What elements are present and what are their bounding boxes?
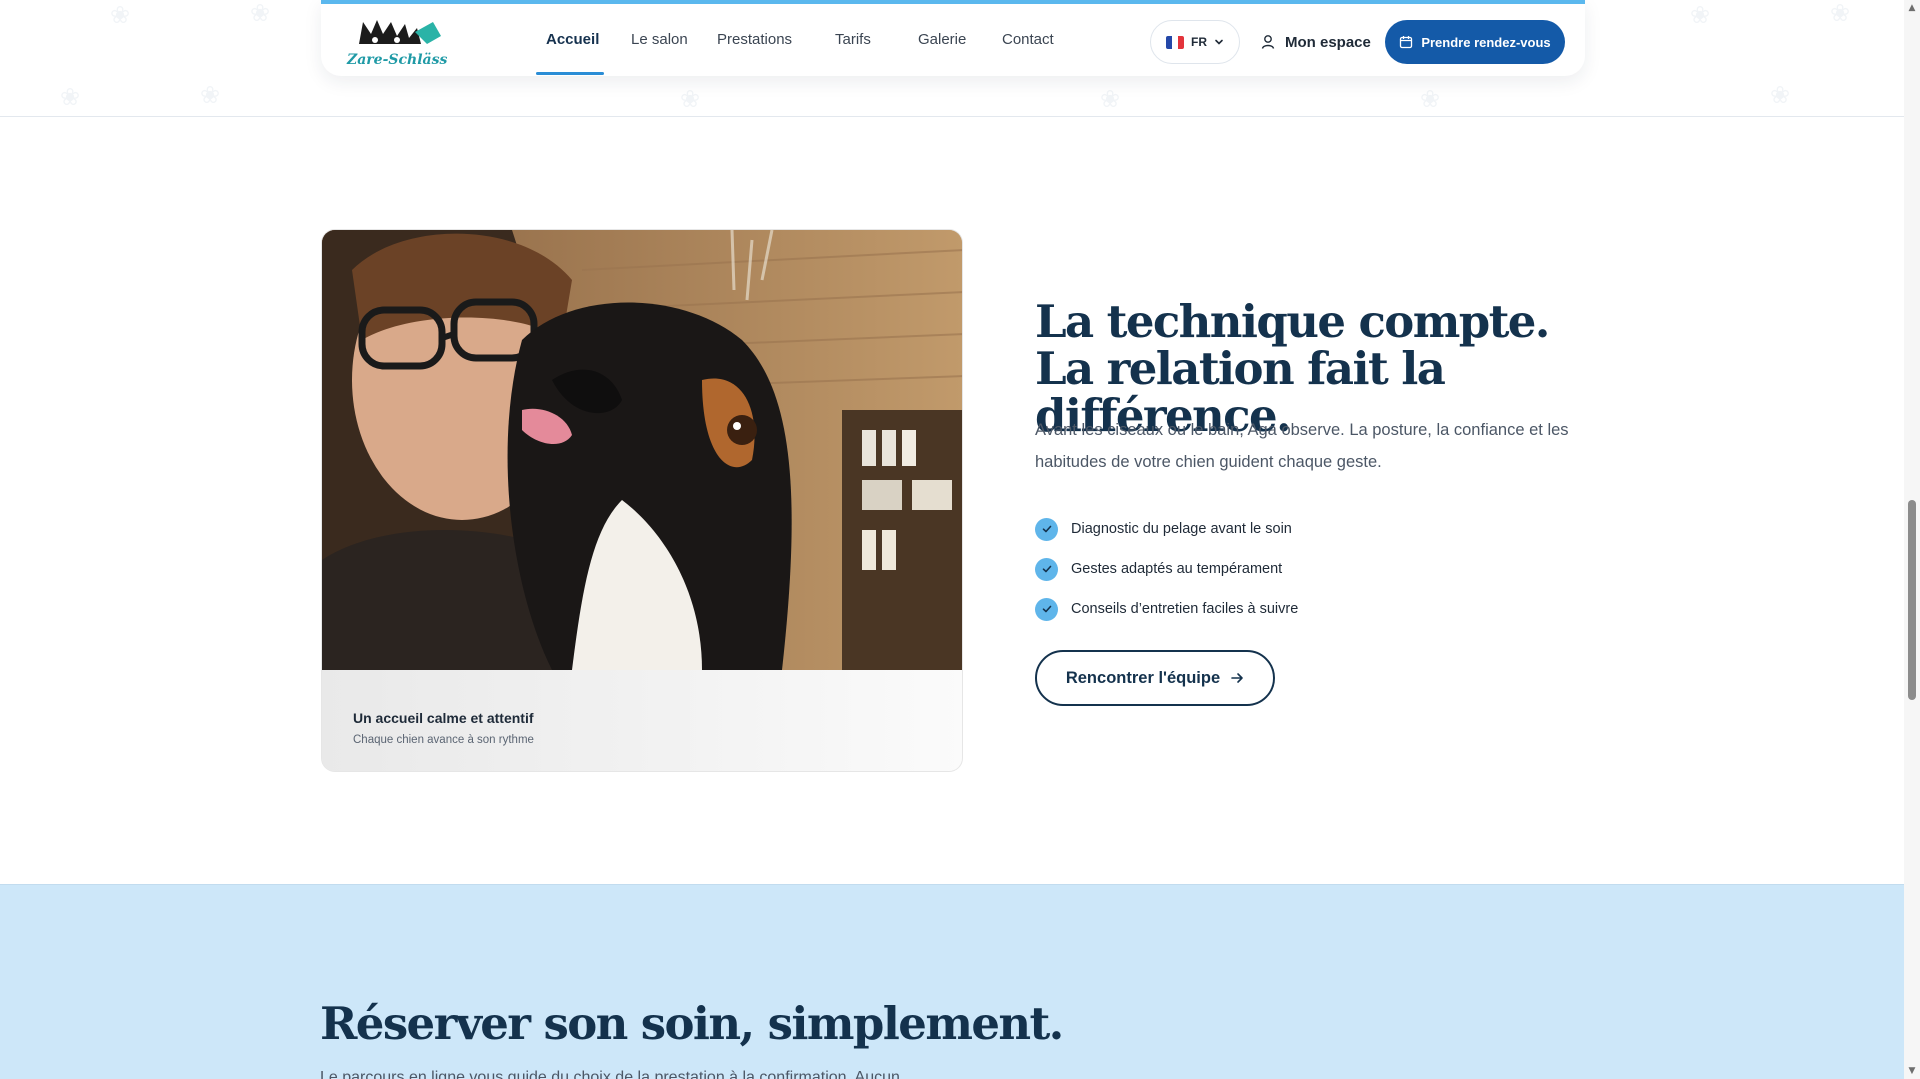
paw-pattern-icon: ❀ — [110, 1, 131, 29]
paw-pattern-icon: ❀ — [200, 81, 221, 109]
paw-pattern-icon: ❀ — [1830, 0, 1851, 27]
checklist-item: Diagnostic du pelage avant le soin — [1035, 509, 1298, 549]
photo-caption: Un accueil calme et attentif Chaque chie… — [322, 670, 962, 771]
meet-team-button[interactable]: Rencontrer l'équipe — [1035, 650, 1275, 706]
logo-text: Zare-Schläss — [346, 52, 447, 68]
account-link[interactable]: Mon espace — [1260, 26, 1371, 58]
checklist-text: Gestes adaptés au tempérament — [1071, 561, 1283, 577]
site-header: ❀ ❀ ❀ ❀ ❀ ❀ ❀ ❀ ❀ ❀ Zare-Schläss Accueil… — [0, 0, 1904, 117]
scrollbar-thumb[interactable] — [1908, 500, 1916, 700]
nav-galerie[interactable]: Galerie — [918, 31, 966, 55]
paw-pattern-icon: ❀ — [1770, 81, 1791, 109]
feature-checklist: Diagnostic du pelage avant le soin Geste… — [1035, 509, 1298, 629]
booking-text: Le parcours en ligne vous guide du choix… — [320, 1069, 900, 1079]
language-code: FR — [1191, 35, 1207, 49]
nav-accueil[interactable]: Accueil — [546, 31, 599, 55]
paw-pattern-icon: ❀ — [250, 0, 271, 27]
site-logo[interactable]: Zare-Schläss — [345, 14, 455, 70]
user-icon — [1261, 35, 1275, 49]
paw-pattern-icon: ❀ — [1690, 1, 1711, 29]
arrow-right-icon — [1231, 673, 1243, 683]
check-icon — [1035, 557, 1058, 581]
scroll-up-arrow-icon[interactable]: ▲ — [1906, 2, 1918, 14]
paw-pattern-icon: ❀ — [1100, 85, 1121, 113]
checklist-item: Gestes adaptés au tempérament — [1035, 549, 1298, 589]
account-label: Mon espace — [1285, 33, 1371, 51]
book-appointment-button[interactable]: Prendre rendez-vous — [1385, 20, 1565, 64]
checklist-text: Diagnostic du pelage avant le soin — [1071, 521, 1292, 537]
france-flag-icon — [1166, 35, 1184, 49]
nav-tarifs[interactable]: Tarifs — [835, 31, 871, 55]
chevron-down-icon — [1215, 39, 1223, 45]
nav-bar: Zare-Schläss Accueil Le salon Prestation… — [321, 0, 1585, 76]
calendar-icon — [1400, 36, 1413, 49]
check-icon — [1035, 517, 1058, 541]
check-icon — [1035, 597, 1058, 621]
nav-prestations[interactable]: Prestations — [717, 31, 792, 55]
active-nav-indicator — [536, 72, 604, 75]
nav-le-salon[interactable]: Le salon — [631, 31, 688, 55]
language-selector[interactable]: FR — [1150, 20, 1240, 64]
checklist-text: Conseils d’entretien faciles à suivre — [1071, 601, 1299, 617]
paw-pattern-icon: ❀ — [1420, 85, 1441, 113]
groomer-with-dog-photo — [322, 230, 962, 670]
team-photo-card: Un accueil calme et attentif Chaque chie… — [321, 229, 963, 772]
paw-pattern-icon: ❀ — [680, 85, 701, 113]
booking-title: Réserver son soin, simplement. — [320, 997, 1064, 1050]
book-appointment-label: Prendre rendez-vous — [1421, 34, 1551, 50]
booking-section: Réserver son soin, simplement. Le parcou… — [0, 884, 1904, 1079]
scroll-down-arrow-icon[interactable]: ▼ — [1906, 1065, 1918, 1077]
caption-subtitle: Chaque chien avance à son rythme — [353, 734, 534, 746]
paw-pattern-icon: ❀ — [60, 83, 81, 111]
caption-title: Un accueil calme et attentif — [353, 710, 534, 726]
nav-contact[interactable]: Contact — [1002, 31, 1054, 55]
meet-team-label: Rencontrer l'équipe — [1065, 668, 1221, 687]
section-lead: Avant les ciseaux ou le bain, Aga observ… — [1035, 421, 1569, 471]
checklist-item: Conseils d’entretien faciles à suivre — [1035, 589, 1298, 629]
